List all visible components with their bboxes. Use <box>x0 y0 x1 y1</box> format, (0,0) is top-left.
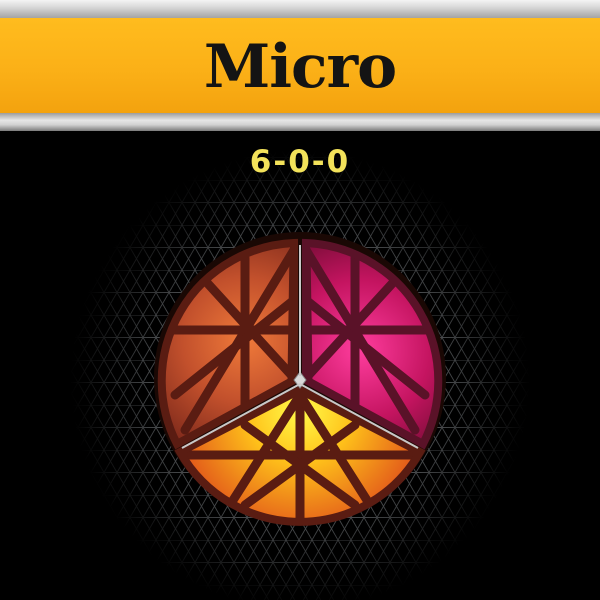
npk-formula: 6-0-0 <box>249 144 351 180</box>
title-banner: Micro <box>0 18 600 114</box>
bottom-silver-stripe <box>0 113 600 131</box>
product-label: Micro 6-0-0 <box>0 0 600 600</box>
product-title: Micro <box>203 32 397 102</box>
top-silver-stripe <box>0 0 600 20</box>
tri-segment-crystal-emblem-icon <box>154 232 446 526</box>
